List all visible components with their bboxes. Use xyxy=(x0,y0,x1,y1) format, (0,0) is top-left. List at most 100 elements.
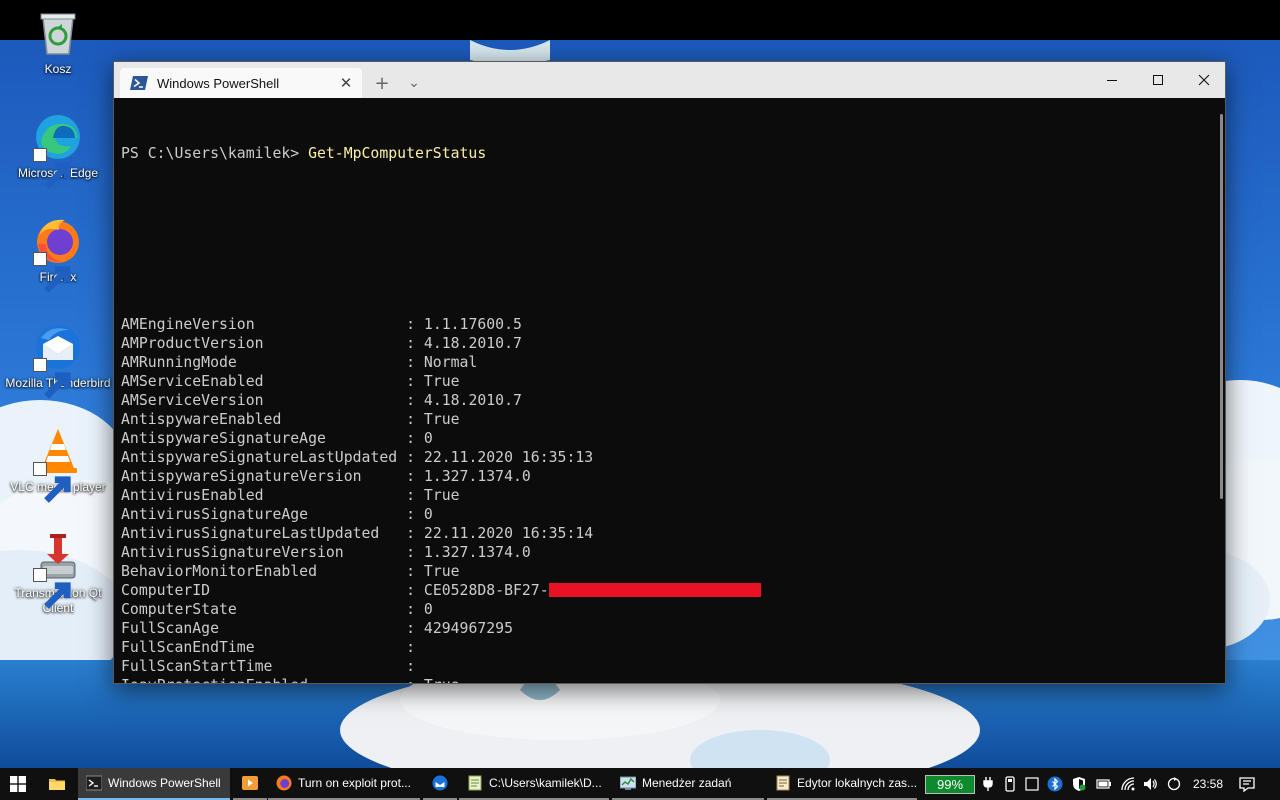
wifi-icon[interactable] xyxy=(1120,776,1136,792)
status-key: AMServiceVersion xyxy=(121,392,264,409)
key-padding: : xyxy=(254,639,424,656)
status-value: 1.327.1374.0 xyxy=(423,468,531,485)
prompt-line: PS C:\Users\kamilek> Get-MpComputerStatu… xyxy=(121,144,1217,163)
start-button[interactable] xyxy=(0,768,36,800)
title-bar[interactable]: Windows PowerShell ✕ + ⌄ xyxy=(114,62,1225,98)
taskbar-item-label: C:\Users\kamilek\D... xyxy=(489,776,602,790)
status-value: True xyxy=(423,563,460,580)
taskbar-item-label: Edytor lokalnych zas... xyxy=(797,776,917,790)
status-row: AntispywareSignatureVersion : 1.327.1374… xyxy=(121,467,1217,486)
desktop-icon-recycle-bin[interactable]: Kosz xyxy=(3,8,113,77)
key-padding: : xyxy=(254,316,424,333)
status-key: AntivirusSignatureAge xyxy=(121,506,309,523)
console-scrollbar[interactable] xyxy=(1220,114,1223,499)
key-padding: : xyxy=(379,525,424,542)
status-row: ComputerState : 0 xyxy=(121,600,1217,619)
taskbar-item-notepad[interactable]: C:\Users\kamilek\D... xyxy=(459,768,609,800)
status-row: BehaviorMonitorEnabled : True xyxy=(121,562,1217,581)
minimize-button[interactable] xyxy=(1089,62,1135,98)
shortcut-arrow-icon xyxy=(33,358,71,399)
new-tab-button[interactable]: + xyxy=(366,68,398,98)
command-text: Get-MpComputerStatus xyxy=(308,145,487,162)
battery-icon[interactable] xyxy=(1096,776,1112,792)
key-padding: : xyxy=(308,677,424,683)
taskbar-item-thunderbird[interactable] xyxy=(423,768,457,800)
status-key: AMEngineVersion xyxy=(121,316,255,333)
file-explorer-button[interactable] xyxy=(40,768,74,800)
key-padding: : xyxy=(281,411,424,428)
taskbar-clock[interactable]: 23:58 xyxy=(1186,768,1230,800)
status-row: AMRunningMode : Normal xyxy=(121,353,1217,372)
close-tab-icon[interactable]: ✕ xyxy=(338,75,354,92)
close-icon xyxy=(1198,74,1210,86)
status-value: 0 xyxy=(423,601,433,618)
firefox-icon xyxy=(276,775,292,791)
key-padding: : xyxy=(263,392,424,409)
sync-icon[interactable] xyxy=(1166,776,1182,792)
desktop-icon-firefox[interactable]: Firefox xyxy=(3,216,113,293)
status-value: CE0528D8-BF27- xyxy=(423,582,549,599)
desktop-icon-transmission[interactable]: Transmission Qt Client xyxy=(3,532,113,616)
status-row: FullScanAge : 4294967295 xyxy=(121,619,1217,638)
taskbar: Windows PowerShell Turn on exploit prot.… xyxy=(0,768,1280,800)
status-rows: AMEngineVersion : 1.1.17600.5 AMProductVe… xyxy=(121,315,1217,683)
key-padding: : xyxy=(325,430,424,447)
taskbar-item-policy-editor[interactable]: Edytor lokalnych zas... xyxy=(767,768,917,800)
key-padding: : xyxy=(272,658,424,675)
power-plug-icon[interactable] xyxy=(980,776,996,792)
usb-device-icon[interactable] xyxy=(1002,776,1018,792)
status-key: AntispywareSignatureLastUpdated xyxy=(121,449,398,466)
firefox-icon xyxy=(33,216,83,293)
tab-dropdown-button[interactable]: ⌄ xyxy=(398,68,430,98)
taskbar-item-media-player[interactable] xyxy=(233,768,267,800)
desktop-icon-vlc[interactable]: VLC media player xyxy=(3,426,113,503)
notifications-icon[interactable] xyxy=(1239,776,1255,792)
taskbar-item-task-manager[interactable]: Menedżer zadań xyxy=(612,768,764,800)
status-value: 4.18.2010.7 xyxy=(423,335,522,352)
powershell-icon xyxy=(86,775,102,791)
key-padding: : xyxy=(361,468,424,485)
status-key: FullScanAge xyxy=(121,620,219,637)
status-row: AntivirusSignatureLastUpdated : 22.11.20… xyxy=(121,524,1217,543)
status-value: True xyxy=(424,677,460,683)
status-value: Normal xyxy=(423,354,478,371)
status-row: FullScanStartTime : xyxy=(121,657,1217,676)
key-padding: : xyxy=(308,506,424,523)
console-output[interactable]: PS C:\Users\kamilek> Get-MpComputerStatu… xyxy=(114,98,1217,683)
powershell-icon xyxy=(130,76,148,90)
status-row: AMServiceEnabled : True xyxy=(121,372,1217,391)
status-value: 22.11.2020 16:35:13 xyxy=(423,449,594,466)
status-key: ComputerState xyxy=(121,601,237,618)
desktop-icon-thunderbird[interactable]: Mozilla Thunderbird xyxy=(3,322,113,399)
bluetooth-icon[interactable] xyxy=(1047,776,1063,792)
display-icon[interactable] xyxy=(1024,776,1040,792)
thunderbird-icon xyxy=(33,322,83,399)
status-value: True xyxy=(423,373,460,390)
battery-percent-badge[interactable]: 99% xyxy=(925,775,975,794)
folder-icon xyxy=(49,779,65,790)
status-key: AntivirusSignatureVersion xyxy=(121,544,344,561)
desktop-icon-edge[interactable]: Microsoft Edge xyxy=(3,112,113,189)
security-shield-icon[interactable] xyxy=(1071,776,1087,792)
status-value: 4.18.2010.7 xyxy=(423,392,522,409)
maximize-icon xyxy=(1153,75,1163,85)
vlc-icon xyxy=(33,426,83,503)
tab-windows-powershell[interactable]: Windows PowerShell ✕ xyxy=(120,68,362,98)
status-key: FullScanStartTime xyxy=(121,658,273,675)
shortcut-arrow-icon xyxy=(33,252,71,293)
key-padding: : xyxy=(343,544,424,561)
status-key: ComputerID xyxy=(121,582,211,599)
status-key: AntispywareEnabled xyxy=(121,411,282,428)
key-padding: : xyxy=(263,487,424,504)
maximize-button[interactable] xyxy=(1135,62,1181,98)
status-row: AntispywareSignatureAge : 0 xyxy=(121,429,1217,448)
taskbar-item-firefox[interactable]: Turn on exploit prot... xyxy=(268,768,420,800)
key-padding: : xyxy=(263,373,424,390)
close-window-button[interactable] xyxy=(1181,62,1227,98)
edge-icon xyxy=(33,112,83,189)
terminal-window[interactable]: Windows PowerShell ✕ + ⌄ PS C:\Users\kam… xyxy=(113,61,1226,684)
volume-icon[interactable] xyxy=(1142,776,1158,792)
status-row: ComputerID : CE0528D8-BF27- xyxy=(121,581,1217,600)
taskbar-item-powershell[interactable]: Windows PowerShell xyxy=(78,768,230,800)
